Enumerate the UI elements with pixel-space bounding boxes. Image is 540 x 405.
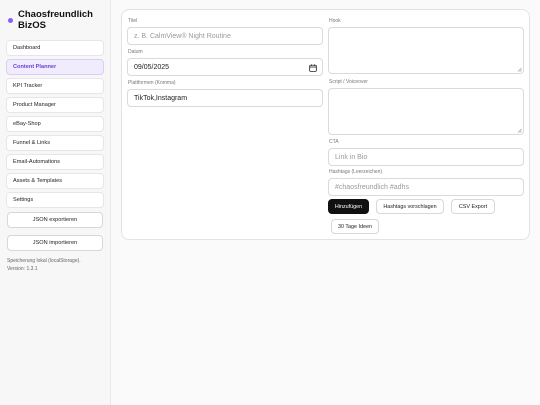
sidebar-item-assets-templates[interactable]: Assets & Templates <box>6 173 104 189</box>
sidebar: Chaosfreundlich BizOS Dashboard Content … <box>0 0 110 405</box>
json-export-button[interactable]: JSON exportieren <box>7 212 103 228</box>
csv-export-button[interactable]: CSV Export <box>451 199 495 214</box>
cta-label: CTA <box>329 139 339 145</box>
content-form-card: Titel z. B. CalmView® Night Routine Datu… <box>121 9 530 240</box>
suggest-hashtags-button[interactable]: Hashtags vorschlagen <box>376 199 444 214</box>
hook-label: Hook <box>329 18 341 24</box>
version-label: Version: 1.3.1 <box>7 265 38 272</box>
sidebar-item-product-manager[interactable]: Product Manager <box>6 97 104 113</box>
calendar-icon[interactable] <box>309 64 317 72</box>
title-input[interactable]: z. B. CalmView® Night Routine <box>127 27 323 45</box>
main-content: Titel z. B. CalmView® Night Routine Datu… <box>110 0 540 405</box>
resize-grip-icon[interactable] <box>517 128 522 133</box>
date-value: 09/05/2025 <box>134 63 170 71</box>
storage-note: Speicherung lokal (localStorage). Versio… <box>6 258 104 273</box>
hashtags-input[interactable]: #chaosfreundlich #adhs <box>328 178 524 196</box>
sidebar-item-funnel-links[interactable]: Funnel & Links <box>6 135 104 151</box>
sidebar-item-ebay-shop[interactable]: eBay-Shop <box>6 116 104 132</box>
cta-input[interactable]: Link in Bio <box>328 148 524 166</box>
resize-grip-icon[interactable] <box>517 67 522 72</box>
date-input[interactable]: 09/05/2025 <box>127 58 323 76</box>
hook-textarea[interactable] <box>328 27 524 74</box>
sidebar-item-kpi-tracker[interactable]: KPI Tracker <box>6 78 104 94</box>
brand: Chaosfreundlich BizOS <box>8 9 104 31</box>
app-window: Chaosfreundlich BizOS Dashboard Content … <box>0 0 540 405</box>
script-label: Script / Voiceover <box>329 79 368 85</box>
sidebar-item-content-planner[interactable]: Content Planner <box>6 59 104 75</box>
sidebar-item-dashboard[interactable]: Dashboard <box>6 40 104 56</box>
thirty-day-ideas-button[interactable]: 30 Tage Ideen <box>331 219 379 234</box>
json-import-button[interactable]: JSON importieren <box>7 235 103 251</box>
sidebar-item-settings[interactable]: Settings <box>6 192 104 208</box>
sidebar-nav: Dashboard Content Planner KPI Tracker Pr… <box>6 40 104 208</box>
hashtags-label: Hashtags (Leerzeichen) <box>329 169 383 175</box>
platforms-label: Plattformen (Komma) <box>128 80 176 86</box>
title-label: Titel <box>128 18 138 24</box>
sidebar-item-email-automations[interactable]: Email-Automations <box>6 154 104 170</box>
storage-note-line: Speicherung lokal (localStorage). <box>7 258 81 264</box>
platforms-input[interactable]: TikTok,Instagram <box>127 89 323 107</box>
brand-dot-icon <box>8 17 13 23</box>
script-textarea[interactable] <box>328 88 524 135</box>
date-label: Datum <box>128 49 143 55</box>
add-button[interactable]: Hinzufügen <box>328 199 369 214</box>
brand-title: Chaosfreundlich BizOS <box>18 9 93 31</box>
